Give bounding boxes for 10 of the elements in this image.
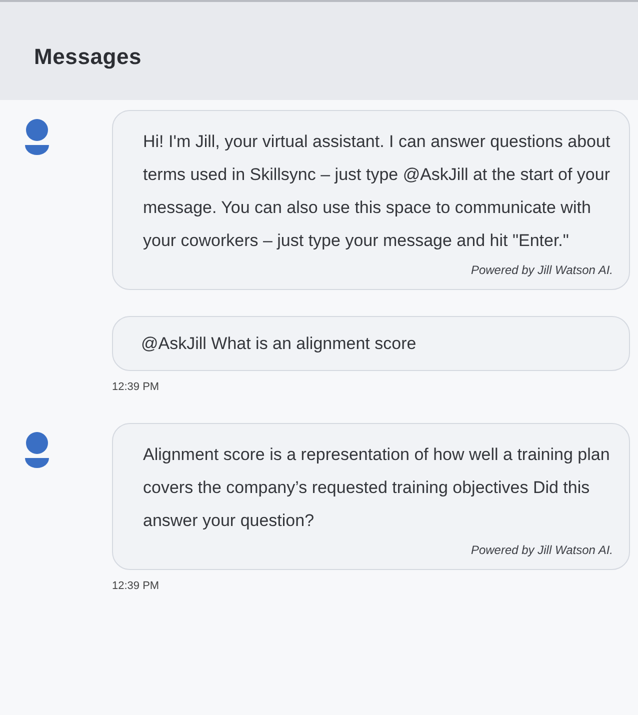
header-title: Messages [34,44,142,70]
message-text: Alignment score is a representation of how well a training plan covers the company’s requested training objectives Did this answer your question? [143,444,611,532]
message-text: Hi! I'm Jill, your virtual assistant. I can answer questions about terms used in Skillsync – just type @AskJill at the start of your message. You can also use this space to communicate with your coworkers – just type your message and hit "Enter." [143,131,612,252]
avatar-icon [22,118,52,156]
powered-by-note: Powered by Jill Watson AI. [470,263,613,277]
powered-by-note: Powered by Jill Watson AI. [470,543,613,557]
message-timestamp: 12:39 PM [112,580,160,592]
message-timestamp: 12:39 PM [112,381,160,393]
avatar-icon [22,431,52,469]
message-text: @AskJill What is an alignment score [141,333,418,355]
